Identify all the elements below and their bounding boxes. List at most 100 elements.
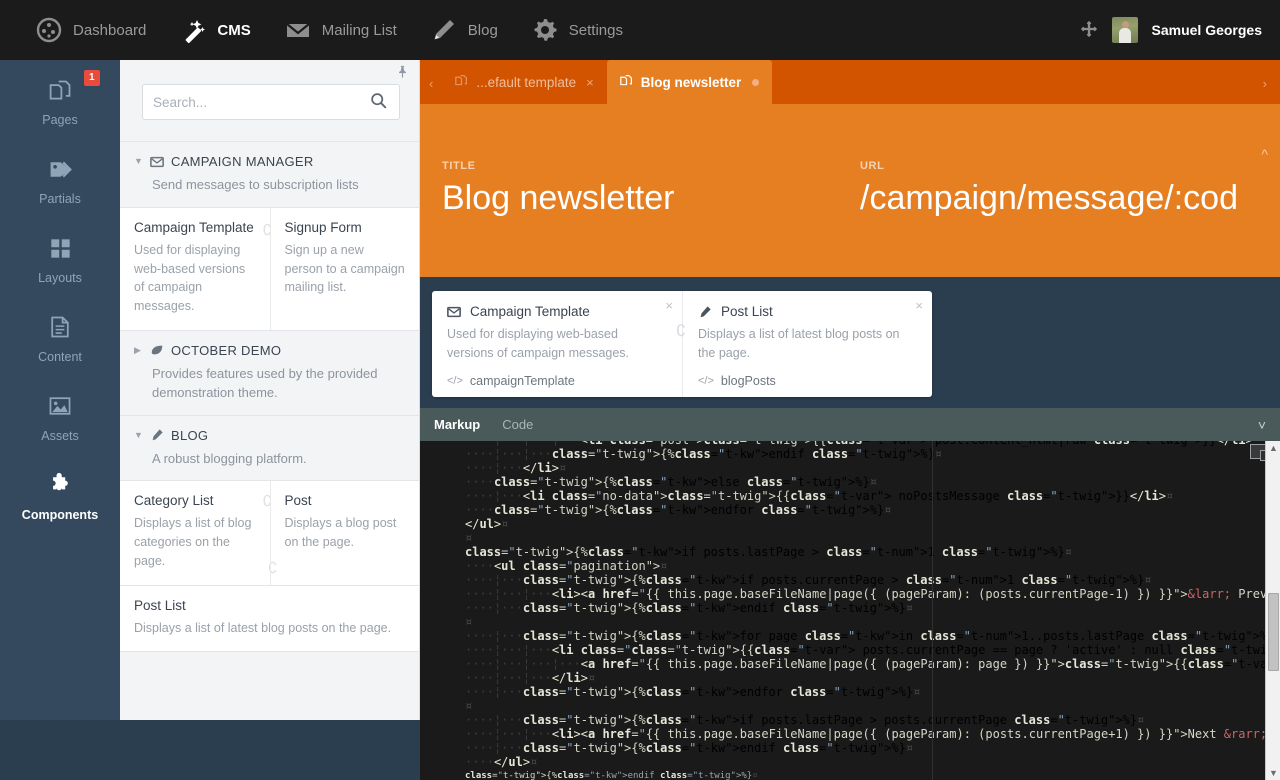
search-box[interactable] [142,84,400,120]
nav-item-settings[interactable]: Settings [514,0,639,60]
component-group-campaign-manager[interactable]: ▼ CAMPAIGN MANAGER Send messages to subs… [120,142,419,208]
nav-item-dashboard-label: Dashboard [73,22,146,39]
url-field[interactable]: URL /campaign/message/:cod [860,160,1280,220]
component-group-blog[interactable]: ▼ BLOG A robust blogging platform. [120,416,419,482]
nav-item-mailing-list[interactable]: Mailing List [267,0,413,60]
pages-icon [620,74,633,90]
sidebar-item-pages[interactable]: Pages 1 [0,60,120,139]
table-row[interactable]: 50····¦···class="t-twig">{% class="t-kw"… [420,573,1280,587]
caret-right-icon[interactable]: ▶ [134,346,143,355]
sidebar-item-layouts[interactable]: Layouts [0,218,120,297]
search-icon[interactable] [366,92,399,112]
chevron-up-icon[interactable]: ^ [1261,146,1268,162]
nav-item-cms[interactable]: CMS [162,0,266,60]
table-row[interactable]: 45····class="t-twig">{% class="t-kw">end… [420,503,1280,517]
title-field[interactable]: TITLE Blog newsletter [442,160,674,220]
editor-lines[interactable]: 40····¦···¦···¦···<li class="post">class… [420,441,1280,780]
attached-component-campaign-template[interactable]: × Campaign Template Used for displaying … [432,291,682,397]
table-row[interactable]: 53¤ [420,615,1280,629]
component-signup-form[interactable]: ∁ Signup Form Sign up a new person to a … [270,208,420,330]
component-row: Post List Displays a list of latest blog… [120,586,419,653]
nav-item-cms-label: CMS [217,22,250,39]
group-description: A robust blogging platform. [120,443,419,469]
avatar[interactable] [1112,17,1138,43]
tab-scroll-left-icon[interactable]: ‹ [420,76,442,104]
sidebar-item-assets[interactable]: Assets [0,376,120,455]
tab-code[interactable]: Code [502,417,533,432]
remove-component-icon[interactable]: × [915,298,923,313]
document-icon [0,311,120,343]
editor-vertical-scrollbar[interactable]: ▲ ▼ [1265,441,1280,780]
table-row[interactable]: 54····¦···class="t-twig">{% class="t-kw"… [420,629,1280,643]
top-navigation-bar: Dashboard CMS Mailing List [0,0,1280,60]
scroll-down-icon[interactable]: ▼ [1269,768,1278,778]
table-row[interactable]: 43····class="t-twig">{% class="t-kw">els… [420,475,1280,489]
table-row[interactable]: 52····¦···class="t-twig">{% class="t-kw"… [420,601,1280,615]
pin-icon[interactable] [396,65,409,81]
pages-icon [455,74,468,90]
group-header[interactable]: ▼ CAMPAIGN MANAGER [120,154,419,169]
table-row[interactable]: 56····¦···¦···¦···<a href="{{ this.page.… [420,657,1280,671]
component-list-panel: ▼ CAMPAIGN MANAGER Send messages to subs… [120,60,420,720]
group-title: OCTOBER DEMO [171,343,281,358]
editor-gutter [420,441,456,780]
component-campaign-template[interactable]: Campaign Template Used for displaying we… [120,208,270,330]
table-row[interactable]: 49····<ul class="pagination">¤ [420,559,1280,573]
code-editor[interactable]: 40····¦···¦···¦···<li class="post">class… [420,441,1280,780]
nav-item-blog[interactable]: Blog [413,0,514,60]
table-row[interactable]: 61····¦···¦···<li><a href="{{ this.page.… [420,727,1280,741]
group-header[interactable]: ▶ OCTOBER DEMO [120,343,419,358]
component-description: Displays a blog post on the page. [285,514,406,552]
table-row[interactable]: 46</ul>¤ [420,517,1280,531]
table-row[interactable]: 59¤ [420,699,1280,713]
sidebar-item-components[interactable]: Components [0,455,120,534]
table-row[interactable]: 57····¦···¦···</li>¤ [420,671,1280,685]
table-row[interactable]: 47¤ [420,531,1280,545]
nav-item-settings-label: Settings [569,22,623,39]
sidebar-item-partials-label: Partials [0,192,120,206]
sidebar-item-content[interactable]: Content [0,297,120,376]
leaf-icon [150,343,164,357]
tab-close-icon[interactable]: × [586,75,594,90]
table-row[interactable]: 48class="t-twig">{% class="t-kw">if post… [420,545,1280,559]
component-category-list[interactable]: ∁ Category List Displays a list of blog … [120,481,270,584]
puzzle-notch-icon: ∁ [676,321,686,341]
tab-label: Blog newsletter [641,75,742,90]
table-row[interactable]: 41····¦···¦···class="t-twig">{% class="t… [420,447,1280,461]
sidebar-item-partials[interactable]: Partials [0,139,120,218]
table-row[interactable]: 58····¦···class="t-twig">{% class="t-kw"… [420,685,1280,699]
attached-component-post-list[interactable]: ∁ × Post List Displays a list of latest … [682,291,932,397]
tab-default-template[interactable]: ...efault template × [442,60,606,104]
tab-modified-dot-icon[interactable] [752,79,759,86]
table-row[interactable]: 42····¦···</li>¤ [420,461,1280,475]
component-post-list[interactable]: Post List Displays a list of latest blog… [120,586,419,652]
component-post[interactable]: ∁ Post Displays a blog post on the page. [270,481,420,584]
title-field-value[interactable]: Blog newsletter [442,176,674,220]
search-input[interactable] [143,85,366,119]
scroll-up-icon[interactable]: ▲ [1269,443,1278,453]
caret-down-icon[interactable]: ▼ [134,431,143,440]
group-header[interactable]: ▼ BLOG [120,428,419,443]
scrollbar-thumb[interactable] [1268,593,1279,671]
move-crosshair-icon[interactable] [1080,20,1098,41]
magic-wand-icon [178,15,208,45]
table-row[interactable]: 44····¦···<li class="no-data">class="t-t… [420,489,1280,503]
table-row[interactable]: 60····¦···class="t-twig">{% class="t-kw"… [420,713,1280,727]
pencil-icon [150,428,164,442]
tab-scroll-right-icon[interactable]: › [1254,76,1276,104]
url-field-value[interactable]: /campaign/message/:cod [860,176,1280,220]
component-group-october-demo[interactable]: ▶ OCTOBER DEMO Provides features used by… [120,331,419,416]
user-name-label[interactable]: Samuel Georges [1152,22,1263,38]
chevron-down-icon[interactable]: ˅ [1258,417,1266,433]
nav-item-dashboard[interactable]: Dashboard [18,0,162,60]
table-row[interactable]: 62····¦···class="t-twig">{% class="t-kw"… [420,741,1280,755]
caret-down-icon[interactable]: ▼ [134,157,143,166]
tab-blog-newsletter[interactable]: Blog newsletter [607,60,773,104]
remove-component-icon[interactable]: × [665,298,673,313]
table-row[interactable]: 51····¦···¦···<li><a href="{{ this.page.… [420,587,1280,601]
table-row[interactable]: 63····</ul>¤ [420,755,1280,769]
tab-markup[interactable]: Markup [434,417,480,432]
url-field-label: URL [860,160,1280,172]
puzzle-icon [0,469,120,501]
table-row[interactable]: 55····¦···¦···<li class="class="t-twig">… [420,643,1280,657]
